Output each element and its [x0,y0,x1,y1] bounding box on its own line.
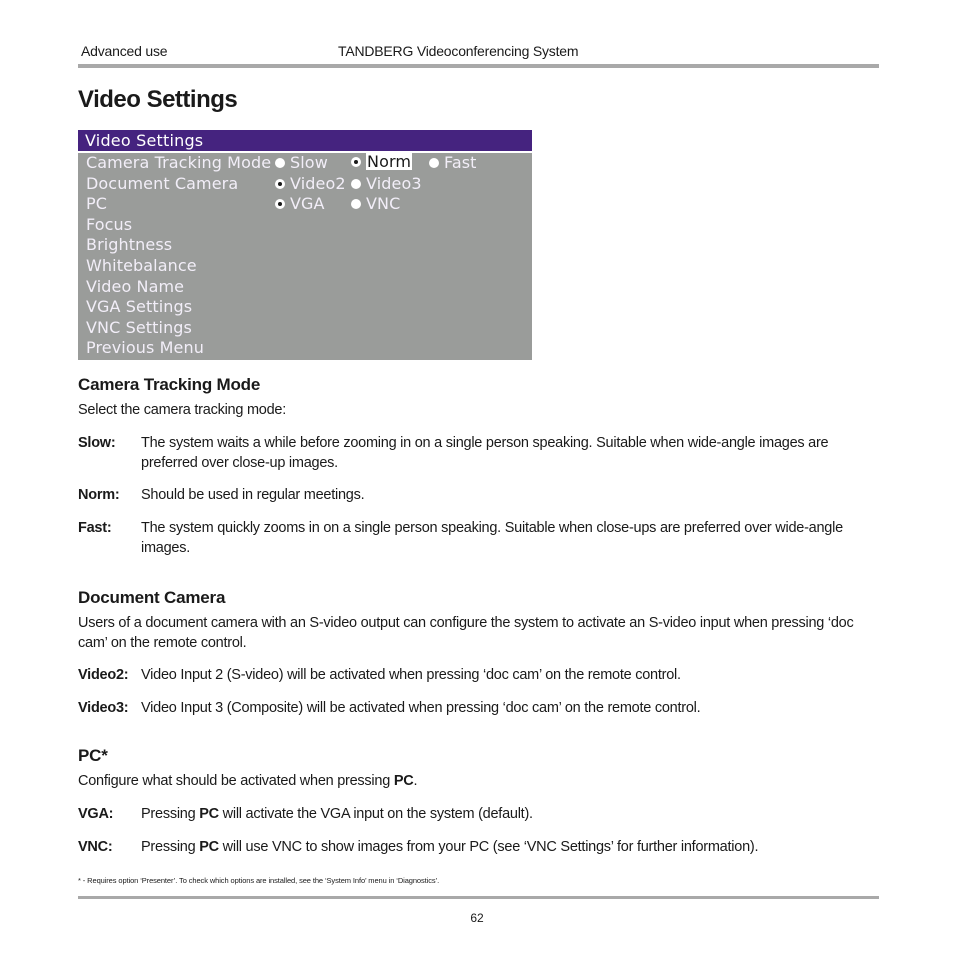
radio-selected-icon [351,156,361,167]
menu-item-document-camera: Document Camera Video2 Video3 [78,174,532,195]
header-divider [78,64,879,68]
footer-divider [78,896,879,899]
radio-option-slow: Slow [275,153,328,173]
footnote: * - Requires option ‘Presenter’. To chec… [78,876,440,885]
radio-option-fast: Fast [429,153,477,173]
section-heading-pc: PC* [78,746,108,765]
definition-slow: Slow: The system waits a while before zo… [78,434,878,473]
menu-item-camera-tracking-mode: Camera Tracking Mode Slow Norm Fast [78,153,532,174]
definition-term: Video2: [78,667,129,683]
header-product-name: TANDBERG Videoconferencing System [338,43,579,59]
menu-item-vnc-settings: VNC Settings [86,317,192,337]
definition-term: VNC: [78,839,113,855]
menu-item-label: PC [86,194,108,214]
definition-desc: Pressing PC will use VNC to show images … [141,839,759,855]
highlighted-option: Norm [366,152,413,171]
radio-unselected-icon [351,199,361,210]
menu-item-brightness: Brightness [86,235,173,255]
video-settings-menu-screenshot: Video Settings Camera Tracking Mode Slow… [78,130,532,360]
menu-item-whitebalance: Whitebalance [86,255,197,275]
menu-item-pc: PC VGA VNC [78,194,532,215]
definition-video3: Video3: Video Input 3 (Composite) will b… [78,699,878,719]
section-intro: Select the camera tracking mode: [78,402,286,418]
page-title: Video Settings [78,86,238,113]
menu-item-vga-settings: VGA Settings [86,297,193,317]
radio-unselected-icon [351,178,361,189]
definition-desc: The system waits a while before zooming … [141,435,829,471]
definition-fast: Fast: The system quickly zooms in on a s… [78,519,878,558]
radio-option-video3: Video3 [351,174,422,194]
section-heading-camera-tracking-mode: Camera Tracking Mode [78,375,261,394]
menu-title-bar: Video Settings [78,130,532,153]
radio-option-video2: Video2 [275,174,346,194]
radio-option-vga: VGA [275,194,325,214]
section-heading-document-camera: Document Camera [78,588,226,607]
definition-vga: VGA: Pressing PC will activate the VGA i… [78,805,878,825]
definition-term: Fast: [78,520,112,536]
definition-term: Norm: [78,487,120,503]
menu-item-focus: Focus [86,214,133,234]
radio-selected-icon [275,178,285,189]
menu-item-video-name: Video Name [86,276,185,296]
radio-option-norm: Norm [351,152,413,171]
definition-term: Video3: [78,700,129,716]
radio-selected-icon [275,199,285,210]
definition-desc: Video Input 3 (Composite) will be activa… [141,700,701,716]
section-intro: Configure what should be activated when … [78,773,418,789]
menu-item-previous-menu: Previous Menu [86,338,204,358]
definition-desc: Video Input 2 (S-video) will be activate… [141,667,681,683]
menu-item-label: Camera Tracking Mode [86,153,272,172]
section-intro: Users of a document camera with an S-vid… [78,615,854,651]
header-section-label: Advanced use [81,43,168,59]
page-number: 62 [470,911,484,925]
menu-item-label: Document Camera [86,173,239,193]
definition-video2: Video2: Video Input 2 (S-video) will be … [78,666,878,686]
definition-vnc: VNC: Pressing PC will use VNC to show im… [78,838,878,858]
radio-option-vnc: VNC [351,194,400,214]
definition-desc: Pressing PC will activate the VGA input … [141,806,533,822]
definition-desc: Should be used in regular meetings. [141,487,365,503]
definition-desc: The system quickly zooms in on a single … [141,520,843,556]
radio-unselected-icon [275,158,285,168]
definition-term: VGA: [78,806,114,822]
radio-unselected-icon [429,158,439,168]
definition-norm: Norm: Should be used in regular meetings… [78,486,878,506]
definition-term: Slow: [78,435,116,451]
